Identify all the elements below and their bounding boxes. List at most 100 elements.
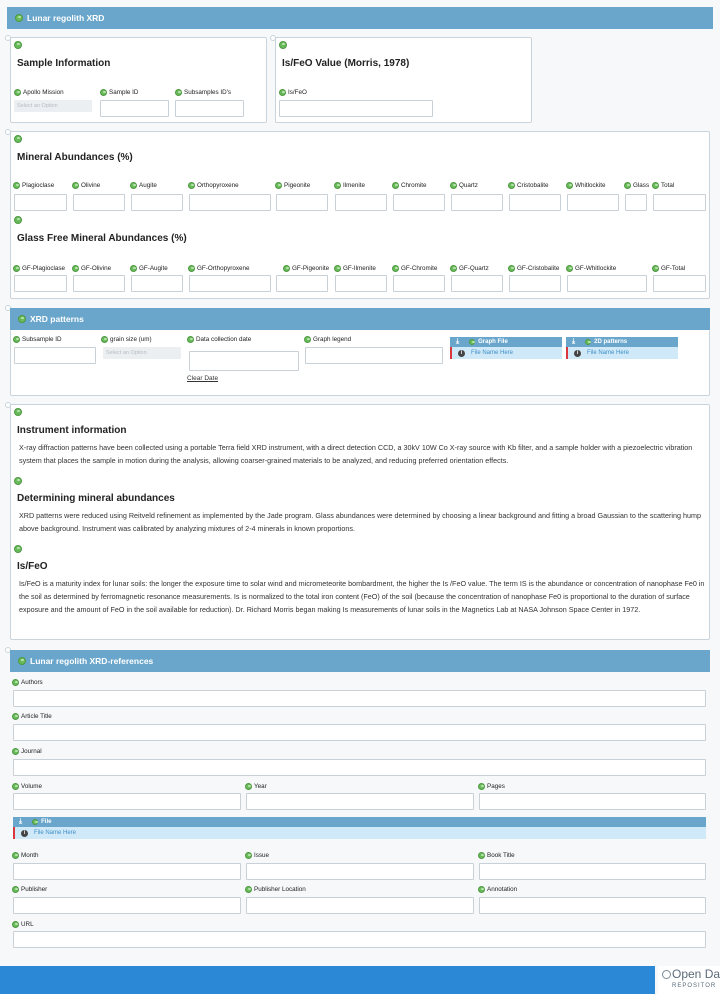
gf-pigeonite-label: GF-Pigeonite xyxy=(283,265,329,272)
globe-icon xyxy=(18,657,26,665)
mineral-determination-title: Determining mineral abundances xyxy=(17,493,175,504)
info-icon: i xyxy=(574,349,581,357)
pages-input[interactable] xyxy=(479,793,706,810)
cristobalite-input[interactable] xyxy=(509,194,561,211)
subsample-ids-label: Subsamples ID's xyxy=(175,89,231,96)
apollo-mission-label: Apollo Mission xyxy=(14,89,64,96)
publisher-location-label: Publisher Location xyxy=(245,886,306,893)
pigeonite-label: Pigeonite xyxy=(275,182,310,189)
info-panel: Instrument information X-ray diffraction… xyxy=(10,404,710,640)
pigeonite-input[interactable] xyxy=(276,194,328,211)
olivine-input[interactable] xyxy=(73,194,125,211)
globe-icon xyxy=(245,886,252,893)
chromite-input[interactable] xyxy=(393,194,445,211)
glass-input[interactable] xyxy=(625,194,647,211)
globe-icon xyxy=(130,265,137,272)
globe-icon xyxy=(14,216,22,224)
globe-icon xyxy=(14,89,21,96)
instrument-text: X-ray diffraction patterns have been col… xyxy=(19,443,693,465)
globe-icon xyxy=(392,182,399,189)
globe-icon xyxy=(101,336,108,343)
whitlockite-input[interactable] xyxy=(567,194,619,211)
isfeo-panel: Is/FeO Value (Morris, 1978) Is/FeO xyxy=(275,37,532,123)
gf-ilmenite-input[interactable] xyxy=(335,275,387,292)
subsample-id-input[interactable] xyxy=(14,347,96,364)
globe-icon xyxy=(14,135,22,143)
graph-file-upload[interactable]: ⤓ Graph File i File Name Here xyxy=(450,337,562,359)
globe-icon xyxy=(585,339,592,345)
globe-icon xyxy=(392,265,399,272)
glass-label: Glass xyxy=(624,182,649,189)
form-header: Lunar regolith XRD xyxy=(7,7,713,29)
url-input[interactable] xyxy=(13,931,706,948)
globe-icon xyxy=(245,783,252,790)
book-title-label: Book Title xyxy=(478,852,515,859)
references-title: Lunar regolith XRD-references xyxy=(30,656,154,666)
gf-orthopyroxene-label: GF-Orthopyroxene xyxy=(188,265,250,272)
volume-input[interactable] xyxy=(13,793,241,810)
2d-patterns-file-name: File Name Here xyxy=(587,350,630,356)
olivine-label: Olivine xyxy=(72,182,100,189)
globe-icon xyxy=(566,265,573,272)
globe-icon xyxy=(450,265,457,272)
globe-icon xyxy=(13,336,20,343)
journal-input[interactable] xyxy=(13,759,706,776)
month-input[interactable] xyxy=(13,863,241,880)
footer-bar xyxy=(0,966,655,994)
gf-total-label: GF-Total xyxy=(652,265,685,272)
issue-input[interactable] xyxy=(246,863,474,880)
clear-date-link[interactable]: Clear Date xyxy=(187,375,218,382)
references-header: Lunar regolith XRD-references xyxy=(10,650,710,672)
apollo-mission-select[interactable]: Select an Option xyxy=(14,100,92,112)
gf-cristobalite-input[interactable] xyxy=(509,275,561,292)
gf-quartz-input[interactable] xyxy=(451,275,503,292)
grain-size-select[interactable]: Select an Option xyxy=(103,347,181,359)
book-title-input[interactable] xyxy=(479,863,706,880)
sample-info-title: Sample Information xyxy=(17,58,111,69)
gf-orthopyroxene-input[interactable] xyxy=(189,275,271,292)
annotation-input[interactable] xyxy=(479,897,706,914)
authors-input[interactable] xyxy=(13,690,706,707)
gf-ilmenite-label: GF-Ilmenite xyxy=(334,265,376,272)
gf-pigeonite-input[interactable] xyxy=(276,275,328,292)
sample-id-input[interactable] xyxy=(100,100,169,117)
globe-icon xyxy=(14,41,22,49)
globe-icon xyxy=(18,315,26,323)
globe-icon xyxy=(450,182,457,189)
gf-augite-input[interactable] xyxy=(131,275,183,292)
isfeo-input[interactable] xyxy=(279,100,433,117)
article-title-input[interactable] xyxy=(13,724,706,741)
grain-size-label: grain size (um) xyxy=(101,336,152,343)
graph-legend-input[interactable] xyxy=(305,347,443,364)
reference-file-upload[interactable]: ⤓ File i File Name Here xyxy=(13,817,706,839)
gf-total-input[interactable] xyxy=(653,275,706,292)
sample-id-label: Sample ID xyxy=(100,89,138,96)
gf-olivine-input[interactable] xyxy=(73,275,125,292)
month-label: Month xyxy=(12,852,39,859)
ilmenite-input[interactable] xyxy=(335,194,387,211)
orthopyroxene-input[interactable] xyxy=(189,194,271,211)
mineral-abundances-panel: Mineral Abundances (%) Plagioclase Olivi… xyxy=(10,131,710,299)
publisher-location-input[interactable] xyxy=(246,897,474,914)
2d-patterns-upload[interactable]: ⤓ 2D patterns i File Name Here xyxy=(566,337,678,359)
plagioclase-input[interactable] xyxy=(14,194,67,211)
publisher-input[interactable] xyxy=(13,897,241,914)
subsample-ids-input[interactable] xyxy=(175,100,244,117)
info-icon: i xyxy=(21,829,28,837)
globe-icon xyxy=(188,265,195,272)
globe-icon xyxy=(13,182,20,189)
gf-plagioclase-input[interactable] xyxy=(14,275,67,292)
gf-whitlockite-input[interactable] xyxy=(567,275,647,292)
globe-icon xyxy=(12,852,19,859)
year-input[interactable] xyxy=(246,793,474,810)
quartz-label: Quartz xyxy=(450,182,478,189)
date-input[interactable] xyxy=(189,351,299,371)
total-input[interactable] xyxy=(653,194,706,211)
gf-chromite-input[interactable] xyxy=(393,275,445,292)
download-icon: ⤓ xyxy=(572,338,576,345)
quartz-input[interactable] xyxy=(451,194,503,211)
augite-input[interactable] xyxy=(131,194,183,211)
reference-file-name: File Name Here xyxy=(34,830,77,836)
gf-plagioclase-label: GF-Plagioclase xyxy=(13,265,65,272)
form-title: Lunar regolith XRD xyxy=(27,13,105,23)
